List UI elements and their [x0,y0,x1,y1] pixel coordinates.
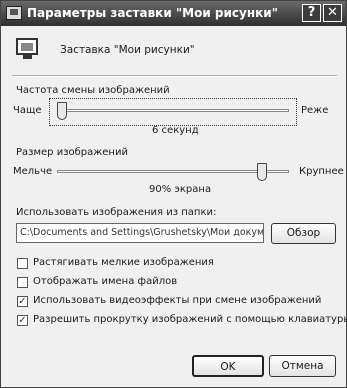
size-track [57,170,289,173]
checkmark-icon: ✓ [18,296,27,307]
option-label[interactable]: Растягивать мелкие изображения [33,257,214,268]
size-max-label: Крупнее [299,166,344,177]
checkmark-icon: ✓ [18,315,27,326]
close-button[interactable]: ✕ [323,4,342,22]
frequency-slider-thumb[interactable] [57,102,67,120]
frequency-track [57,109,289,112]
ok-button[interactable]: OK [192,355,264,377]
title-bar: Параметры заставки "Мои рисунки" ? ✕ [1,1,346,26]
divider [12,75,337,77]
cancel-button[interactable]: Отмена [269,355,336,377]
screensaver-icon [14,37,42,61]
size-min-label: Мельче [13,166,53,177]
folder-path-field[interactable]: C:\Documents and Settings\Grushetsky\Мои… [16,223,264,243]
browse-button[interactable]: Обзор [271,223,336,244]
screensaver-settings-dialog: Параметры заставки "Мои рисунки" ? ✕ Зас… [0,0,347,388]
option-label[interactable]: Использовать видеоэффекты при смене изоб… [33,295,321,306]
option-label[interactable]: Отображать имена файлов [33,276,177,287]
frequency-value: 6 секунд [152,125,199,136]
option-checkbox[interactable] [17,277,28,288]
option-checkbox[interactable] [17,258,28,269]
option-label[interactable]: Разрешить прокрутку изображений с помощь… [33,314,347,325]
frequency-max-label: Реже [301,105,329,116]
option-checkbox[interactable]: ✓ [17,315,28,326]
frequency-min-label: Чаще [13,105,42,116]
folder-label: Использовать изображения из папки: [16,207,217,218]
size-value: 90% экрана [149,184,212,195]
option-checkbox[interactable]: ✓ [17,296,28,307]
frequency-focus-rect [49,98,297,126]
size-label: Размер изображений [16,147,128,158]
monitor-icon [6,6,22,20]
frequency-label: Частота смены изображений [16,85,170,96]
screensaver-name: Заставка "Мои рисунки" [60,44,195,56]
help-button[interactable]: ? [302,4,321,22]
size-slider-thumb[interactable] [256,163,267,181]
window-title: Параметры заставки "Мои рисунки" [27,6,278,20]
